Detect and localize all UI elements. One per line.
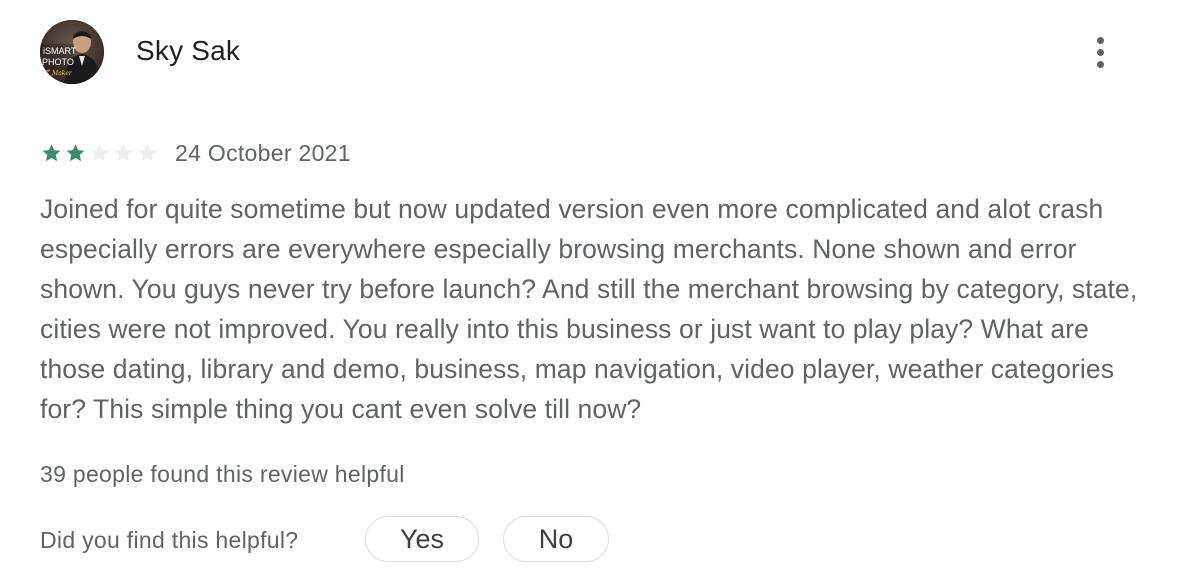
helpful-no-button[interactable]: No: [503, 516, 609, 562]
star-icon: [138, 144, 157, 162]
rating-row: 24 October 2021: [40, 138, 351, 168]
avatar-image: iSMART PHOTO Maker: [40, 20, 104, 84]
more-vert-icon: [1096, 36, 1104, 44]
author-name: Sky Sak: [136, 35, 241, 66]
star-icon: [42, 144, 61, 162]
star-icon: [66, 144, 85, 162]
avatar: iSMART PHOTO Maker: [40, 20, 104, 84]
avatar-logo-line1: iSMART: [43, 46, 77, 56]
star-icon: [114, 144, 133, 162]
more-options-button[interactable]: [1082, 30, 1118, 74]
helpful-yes-button[interactable]: Yes: [365, 516, 479, 562]
star-rating: [40, 142, 159, 164]
avatar-logo-line2: PHOTO: [42, 57, 74, 67]
review-date: 24 October 2021: [175, 139, 351, 166]
star-icon: [90, 144, 109, 162]
helpful-question: Did you find this helpful?: [40, 527, 299, 553]
avatar-logo-line3: Maker: [51, 70, 73, 77]
review-text: Joined for quite sometime but now update…: [40, 194, 1138, 424]
more-vert-icon-dot: [1096, 60, 1104, 68]
more-vert-icon-dot: [1096, 48, 1104, 56]
helpful-count: 39 people found this review helpful: [40, 461, 405, 487]
